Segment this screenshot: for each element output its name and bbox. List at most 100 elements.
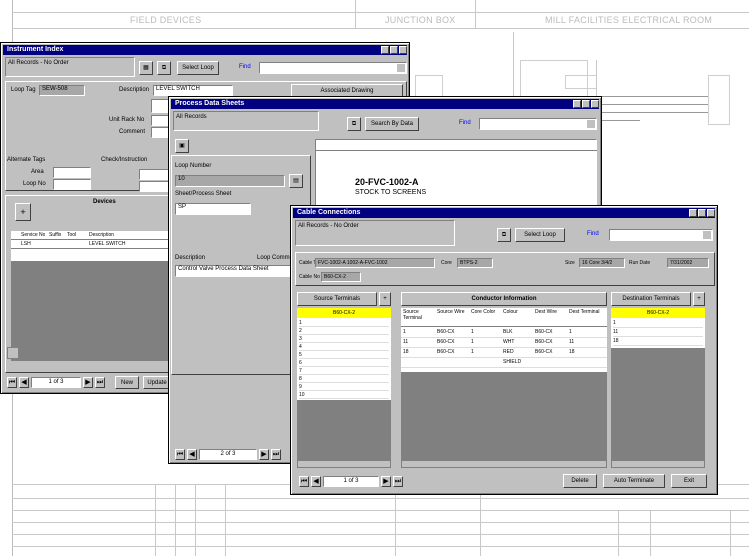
conductor-cell[interactable]: BLK: [503, 328, 533, 337]
conductor-cell[interactable]: 18: [403, 348, 435, 357]
close-icon[interactable]: [591, 100, 599, 108]
last-record-icon[interactable]: ⏭: [393, 476, 403, 487]
conductor-cell[interactable]: 1: [471, 328, 501, 337]
source-terminal-row[interactable]: 1: [299, 319, 389, 327]
next-record-icon[interactable]: ▶: [381, 476, 391, 487]
conductor-scrollbar[interactable]: [401, 460, 607, 468]
conductor-cell[interactable]: B60-CX: [535, 328, 567, 337]
source-terminal-row[interactable]: 5: [299, 351, 389, 359]
delete-button[interactable]: Delete: [563, 474, 597, 488]
conductor-cell[interactable]: WHT: [503, 338, 533, 347]
conductor-cell[interactable]: B60-CX: [535, 338, 567, 347]
maximize-icon[interactable]: [582, 100, 590, 108]
destination-selected-row[interactable]: B60-CX-2: [611, 308, 705, 318]
select-loop-button[interactable]: Select Loop: [177, 61, 219, 75]
first-record-icon[interactable]: ⏮: [7, 377, 17, 388]
conductor-cell[interactable]: 1: [403, 328, 435, 337]
source-scrollbar[interactable]: [297, 460, 391, 468]
conductor-cell[interactable]: 1: [471, 338, 501, 347]
close-icon[interactable]: [707, 209, 715, 217]
source-selected-row[interactable]: B60-CX-2: [297, 308, 391, 318]
grid-cell[interactable]: LEVEL SWITCH: [89, 241, 126, 247]
select-loop-button[interactable]: Select Loop: [515, 228, 565, 242]
destination-scrollbar[interactable]: [611, 460, 705, 468]
grid-cell[interactable]: LSH: [21, 241, 31, 247]
loop-no-field[interactable]: [53, 179, 91, 190]
cable-no-field[interactable]: B60-CX-2: [321, 272, 361, 282]
conductor-cell[interactable]: SHIELD: [503, 358, 533, 367]
core-field[interactable]: BTPS-2: [457, 258, 493, 268]
source-terminal-row[interactable]: 7: [299, 367, 389, 375]
new-button[interactable]: New: [115, 376, 139, 389]
prev-record-icon[interactable]: ◀: [311, 476, 321, 487]
prev-record-icon[interactable]: ◀: [19, 377, 29, 388]
conductor-cell[interactable]: RED: [503, 348, 533, 357]
cable-tag-field[interactable]: FVC-1002-A 1002-A-FVC-1002: [315, 258, 435, 268]
dropdown-arrow-icon[interactable]: [587, 120, 595, 128]
auto-terminate-button[interactable]: Auto Terminate: [603, 474, 665, 488]
conductor-cell[interactable]: 18: [569, 348, 605, 357]
destination-terminals-button[interactable]: Destination Terminals: [611, 292, 691, 306]
conductor-cell[interactable]: [471, 358, 501, 367]
conductor-cell[interactable]: [437, 358, 469, 367]
filter-icon[interactable]: ⧉: [157, 61, 171, 75]
loop-number-field[interactable]: 10: [175, 175, 285, 187]
conductor-cell[interactable]: [569, 358, 605, 367]
source-terminal-row[interactable]: 3: [299, 335, 389, 343]
conductor-cell[interactable]: 1: [569, 328, 605, 337]
source-terminal-row[interactable]: 9: [299, 383, 389, 391]
conductor-cell[interactable]: B60-CX: [535, 348, 567, 357]
conductor-cell[interactable]: B60-CX: [437, 338, 469, 347]
area-combo[interactable]: [53, 167, 91, 178]
prev-record-icon[interactable]: ◀: [187, 449, 197, 460]
destination-add-icon[interactable]: +: [693, 292, 705, 306]
run-date-field[interactable]: 7/31/2002: [667, 258, 709, 268]
conductor-cell[interactable]: 11: [569, 338, 605, 347]
source-terminal-row[interactable]: 6: [299, 359, 389, 367]
conductor-cell[interactable]: [535, 358, 567, 367]
conductor-cell[interactable]: B60-CX: [437, 328, 469, 337]
find-combo[interactable]: [259, 62, 407, 74]
filter-icon[interactable]: ⧉: [347, 117, 361, 131]
minimize-icon[interactable]: [689, 209, 697, 217]
last-record-icon[interactable]: ⏭: [271, 449, 281, 460]
exit-button[interactable]: Exit: [671, 474, 707, 488]
source-terminals-button[interactable]: Source Terminals: [297, 292, 377, 306]
conductor-cell[interactable]: 1: [471, 348, 501, 357]
conductor-cell[interactable]: 11: [403, 338, 435, 347]
close-icon[interactable]: [399, 46, 407, 54]
filter-icon[interactable]: ⧉: [497, 228, 511, 242]
dropdown-arrow-icon[interactable]: [397, 64, 405, 72]
source-terminal-row[interactable]: 2: [299, 327, 389, 335]
next-record-icon[interactable]: ▶: [83, 377, 93, 388]
description-field[interactable]: LEVEL SWITCH: [153, 85, 233, 96]
first-record-icon[interactable]: ⏮: [299, 476, 309, 487]
description-field[interactable]: Control Valve Process Data Sheet: [175, 265, 307, 277]
source-terminal-row[interactable]: 4: [299, 343, 389, 351]
conductor-cell[interactable]: B60-CX: [437, 348, 469, 357]
scroll-left-icon[interactable]: [7, 347, 19, 359]
maximize-icon[interactable]: [698, 209, 706, 217]
last-record-icon[interactable]: ⏭: [95, 377, 105, 388]
search-by-data-button[interactable]: Search By Data: [365, 117, 419, 131]
loop-tag-field[interactable]: SEW-508: [39, 85, 85, 96]
destination-terminal-row[interactable]: 11: [613, 328, 703, 337]
destination-terminal-row[interactable]: 18: [613, 337, 703, 346]
find-combo[interactable]: [609, 229, 713, 241]
maximize-icon[interactable]: [390, 46, 398, 54]
find-combo[interactable]: [479, 118, 597, 130]
size-field[interactable]: 16 Core 3/4/2: [579, 258, 625, 268]
minimize-icon[interactable]: [573, 100, 581, 108]
print-icon[interactable]: ▦: [139, 61, 153, 75]
source-terminal-row[interactable]: 10: [299, 391, 389, 399]
lookup-icon[interactable]: ▤: [289, 174, 303, 188]
add-device-icon[interactable]: +: [15, 203, 31, 221]
next-record-icon[interactable]: ▶: [259, 449, 269, 460]
save-icon[interactable]: ▣: [175, 139, 189, 153]
conductor-cell[interactable]: [403, 358, 435, 367]
update-button[interactable]: Update: [143, 376, 171, 389]
process-sheet-field[interactable]: SP: [175, 203, 251, 215]
destination-terminal-row[interactable]: 1: [613, 319, 703, 328]
source-terminal-row[interactable]: 8: [299, 375, 389, 383]
source-add-icon[interactable]: +: [379, 292, 391, 306]
